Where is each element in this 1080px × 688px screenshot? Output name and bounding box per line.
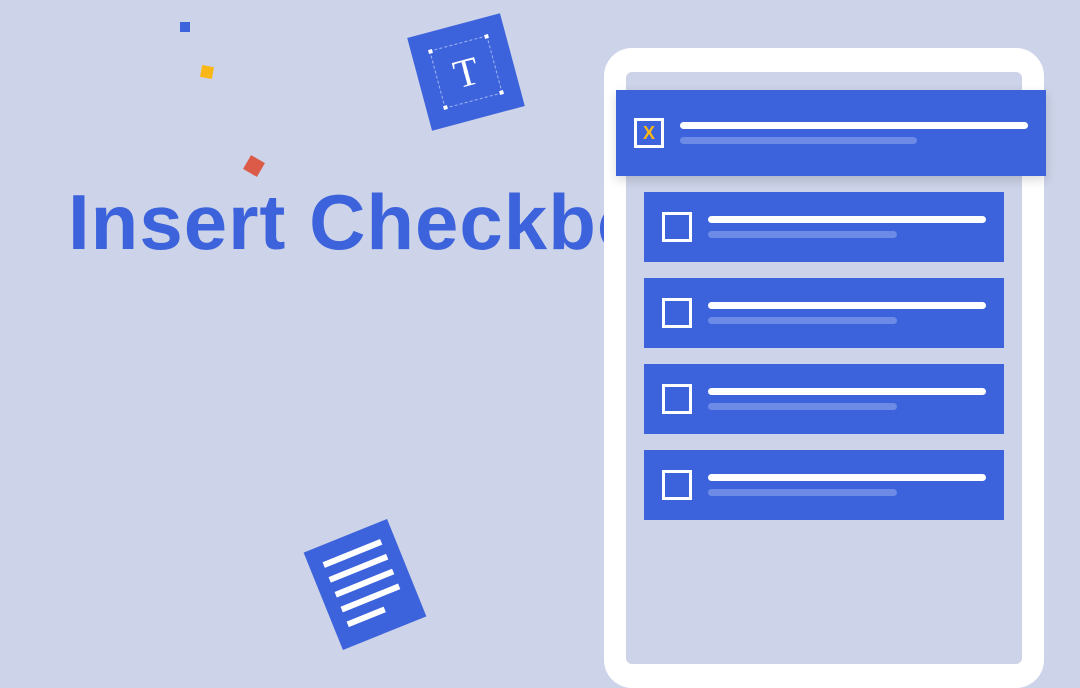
item-text-placeholder — [708, 216, 986, 238]
item-text-placeholder — [680, 122, 1028, 144]
list-item: X — [616, 90, 1046, 176]
text-line — [680, 137, 917, 144]
checkbox-empty-icon — [662, 298, 692, 328]
text-line — [708, 317, 897, 324]
confetti-blue — [180, 22, 190, 32]
checkbox-empty-icon — [662, 384, 692, 414]
text-line — [708, 231, 897, 238]
list-item — [644, 278, 1004, 348]
checkbox-checked-icon: X — [634, 118, 664, 148]
text-line — [708, 388, 986, 395]
document-icon — [304, 519, 427, 650]
checkbox-empty-icon — [662, 212, 692, 242]
text-line — [708, 216, 986, 223]
text-line — [708, 302, 986, 309]
text-line — [680, 122, 1028, 129]
confetti-red — [243, 155, 265, 177]
list-item — [644, 192, 1004, 262]
text-line — [708, 474, 986, 481]
checklist-panel: X — [604, 48, 1044, 688]
item-text-placeholder — [708, 302, 986, 324]
doc-line — [347, 607, 387, 628]
checkbox-empty-icon — [662, 470, 692, 500]
list-item — [644, 450, 1004, 520]
item-text-placeholder — [708, 474, 986, 496]
list-item — [644, 364, 1004, 434]
text-line — [708, 489, 897, 496]
text-line — [708, 403, 897, 410]
checklist-inner: X — [626, 72, 1022, 664]
letter-t-icon: T — [429, 35, 502, 108]
confetti-yellow — [200, 65, 214, 79]
item-text-placeholder — [708, 388, 986, 410]
text-tool-tile: T — [407, 13, 525, 131]
